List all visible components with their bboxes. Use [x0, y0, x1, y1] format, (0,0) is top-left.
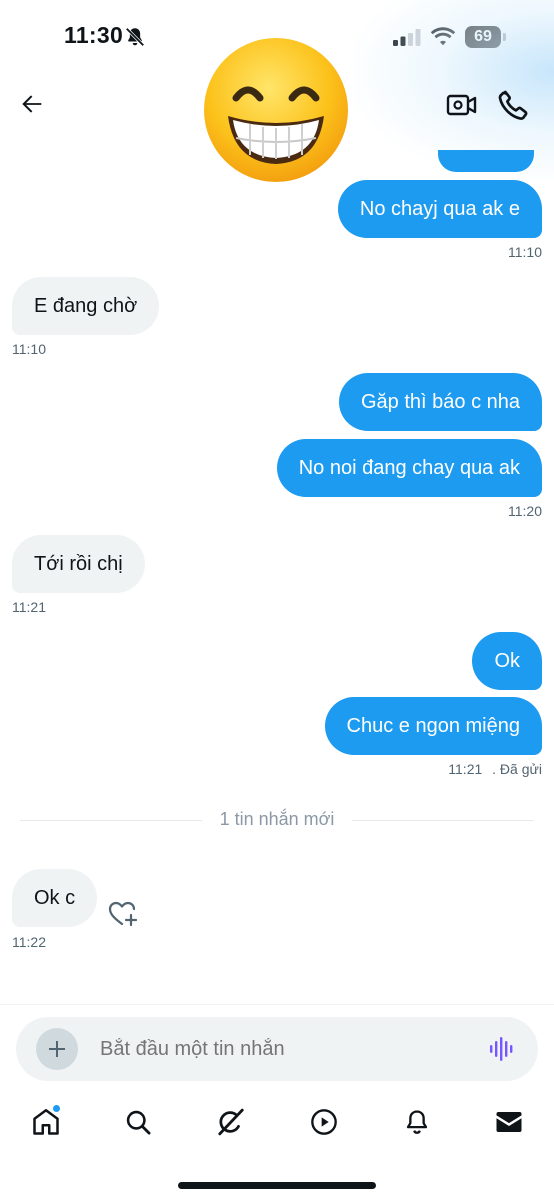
message-timestamp: 11:21 . Đã gửi — [448, 761, 542, 777]
tab-messages[interactable] — [491, 1104, 527, 1140]
message-bubble-outgoing[interactable]: Găp thì báo c nha — [338, 373, 542, 431]
message-bubble-outgoing[interactable]: No chayj qua ak e — [337, 180, 542, 238]
composer-separator — [0, 1004, 554, 1005]
message-timestamp: 11:10 — [12, 341, 46, 357]
status-time: 11:30 — [64, 22, 124, 48]
message-timestamp: 11:10 — [508, 244, 542, 260]
back-arrow-icon — [22, 95, 42, 113]
message-status: . Đã gửi — [492, 761, 542, 777]
voice-waveform-icon[interactable] — [488, 1035, 516, 1063]
battery-icon: 69 — [465, 26, 507, 48]
message-composer — [16, 1017, 538, 1081]
message-bubble-outgoing[interactable]: Chuc e ngon miệng — [324, 697, 542, 755]
phone-icon — [498, 90, 528, 120]
tab-video[interactable] — [306, 1104, 342, 1140]
message-timestamp: 11:20 — [508, 503, 542, 519]
message-bubble-incoming[interactable]: Ok c — [12, 869, 98, 927]
add-media-button[interactable] — [36, 1028, 78, 1070]
message-timestamp: 11:21 — [12, 599, 46, 615]
previous-message-bubble-fragment — [438, 150, 534, 172]
tab-notifications[interactable] — [399, 1104, 435, 1140]
back-button[interactable] — [14, 86, 50, 122]
video-icon — [311, 1109, 337, 1135]
tab-search[interactable] — [120, 1104, 156, 1140]
notifications-icon — [406, 1110, 428, 1134]
bell-muted-icon — [125, 27, 145, 47]
video-call-button[interactable] — [444, 88, 478, 122]
avatar[interactable] — [200, 34, 352, 186]
tab-grok[interactable] — [213, 1104, 249, 1140]
grok-icon — [218, 1108, 244, 1136]
divider-line-right — [352, 820, 534, 821]
home-notification-dot — [52, 1104, 61, 1113]
phone-call-button[interactable] — [496, 88, 530, 122]
plus-icon — [49, 1041, 65, 1057]
message-text: Găp thì báo c nha — [360, 391, 520, 413]
message-text: Tới rồi chị — [34, 553, 123, 575]
message-text: No chayj qua ak e — [359, 198, 520, 220]
message-text: No noi đang chay qua ak — [298, 457, 520, 479]
wifi-icon — [430, 27, 456, 46]
message-bubble-incoming[interactable]: E đang chờ — [12, 277, 160, 335]
bottom-tab-bar — [0, 1096, 554, 1156]
message-text: Chuc e ngon miệng — [346, 715, 520, 737]
messages-icon — [496, 1112, 522, 1132]
battery-level: 69 — [474, 28, 492, 45]
message-bubble-incoming[interactable]: Tới rồi chị — [12, 535, 145, 593]
add-reaction-icon[interactable] — [108, 900, 138, 928]
search-icon — [126, 1110, 151, 1135]
message-bubble-outgoing[interactable]: Ok — [472, 632, 542, 690]
message-time: 11:21 — [448, 761, 483, 777]
message-timestamp: 11:22 — [12, 934, 46, 950]
conversation-header — [0, 38, 554, 182]
home-indicator[interactable] — [178, 1182, 376, 1189]
signal-icon — [393, 29, 421, 46]
message-bubble-outgoing[interactable]: No noi đang chay qua ak — [276, 439, 542, 497]
message-text: E đang chờ — [34, 295, 138, 317]
message-input[interactable] — [100, 1017, 460, 1081]
message-text: Ok — [494, 650, 520, 672]
video-camera-icon — [446, 94, 477, 116]
message-text: Ok c — [34, 887, 76, 909]
